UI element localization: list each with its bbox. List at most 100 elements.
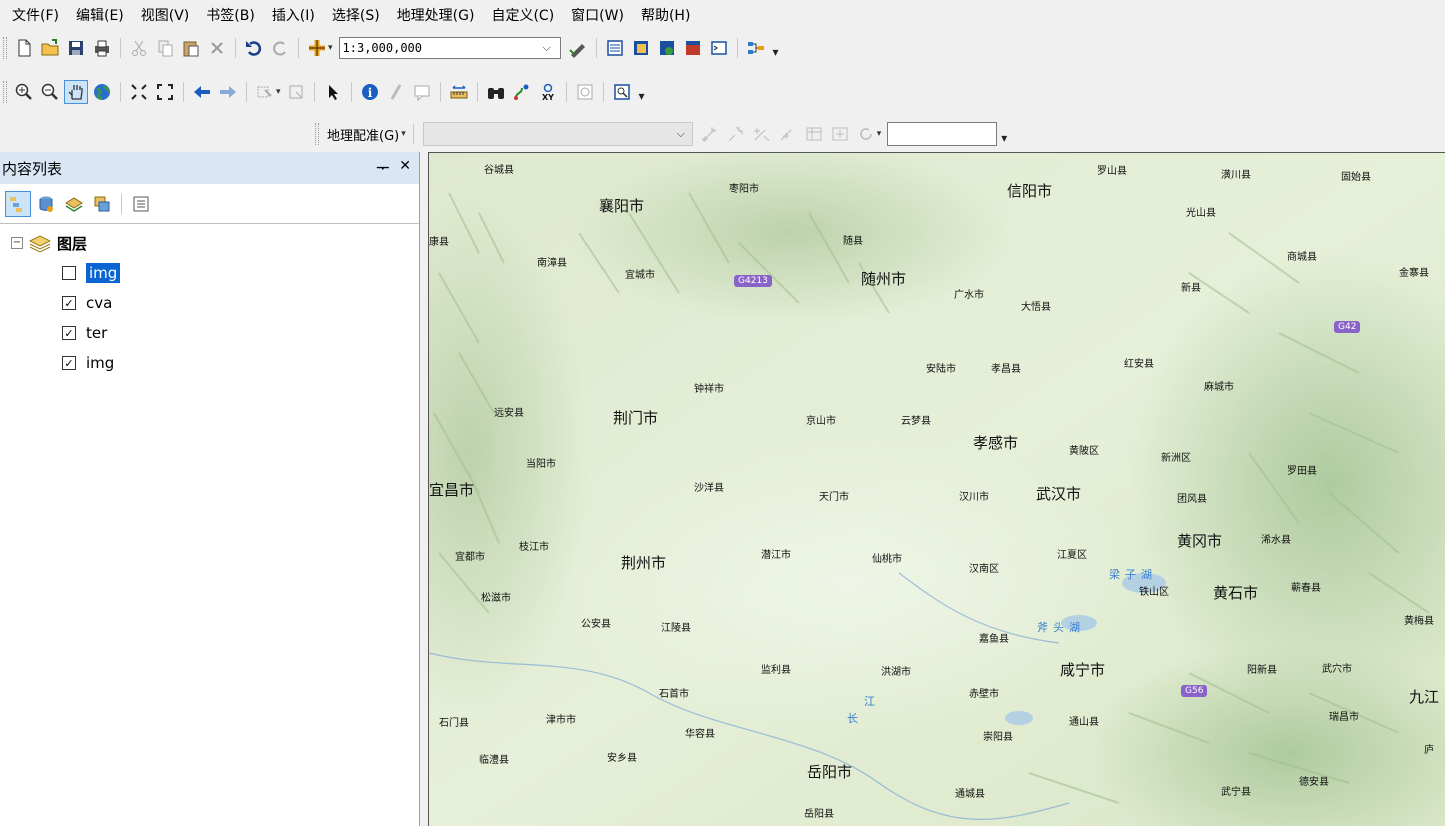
copy-icon[interactable] [153, 36, 177, 60]
map-place-label: 崇阳县 [983, 732, 1013, 743]
layer-visibility-checkbox[interactable]: ✓ [62, 296, 76, 310]
redo-icon[interactable] [268, 36, 292, 60]
menu-view[interactable]: 视图(V) [141, 5, 190, 25]
zoom-in-icon[interactable] [12, 80, 36, 104]
map-place-label: 通山县 [1069, 717, 1099, 728]
list-by-visibility-icon[interactable] [61, 191, 87, 217]
menu-selection[interactable]: 选择(S) [332, 5, 380, 25]
options-list-icon[interactable] [128, 191, 154, 217]
undo-icon[interactable] [242, 36, 266, 60]
new-document-icon[interactable] [12, 36, 36, 60]
menu-customize[interactable]: 自定义(C) [491, 5, 554, 25]
toolbar-grip[interactable] [315, 123, 319, 145]
zoom-out-icon[interactable] [38, 80, 62, 104]
open-folder-icon[interactable] [38, 36, 62, 60]
map-scale-combo[interactable]: ⌵ [338, 37, 561, 59]
svg-text:i: i [367, 86, 372, 100]
pin-icon[interactable]: ᅮ [376, 158, 389, 178]
full-extent-globe-icon[interactable] [90, 80, 114, 104]
toolbar-overflow-arrow[interactable]: ▾ [639, 89, 645, 103]
pan-hand-icon[interactable] [64, 80, 88, 104]
menu-help[interactable]: 帮助(H) [641, 5, 690, 25]
save-icon[interactable] [64, 36, 88, 60]
layer-group-row[interactable]: − 图层 [0, 228, 419, 258]
layer-row[interactable]: ✓ cva [0, 288, 419, 318]
print-icon[interactable] [90, 36, 114, 60]
refresh-icon[interactable] [854, 122, 878, 146]
add-control-points-icon[interactable] [698, 122, 722, 146]
menu-edit[interactable]: 编辑(E) [76, 5, 124, 25]
fixed-zoom-in-icon[interactable] [127, 80, 151, 104]
menu-windows[interactable]: 窗口(W) [571, 5, 624, 25]
list-by-selection-icon[interactable] [89, 191, 115, 217]
map-place-label: 宜昌市 [429, 481, 475, 499]
paste-icon[interactable] [179, 36, 203, 60]
select-pointer-icon[interactable] [321, 80, 345, 104]
catalog-icon[interactable] [629, 36, 653, 60]
editor-toolbar-icon[interactable] [566, 36, 590, 60]
layer-tree: − 图层 img ✓ cva ✓ ter ✓ img [0, 224, 419, 378]
measure-icon[interactable] [447, 80, 471, 104]
toolbar-grip[interactable] [3, 81, 7, 103]
map-view[interactable]: 谷城县 枣阳市 襄阳市 信阳市 罗山县 潢川县 固始县 光山县 康县 随县 南漳县 宜城市 随州市 商城县… [428, 152, 1445, 826]
python-icon[interactable] [707, 36, 731, 60]
find-route-icon[interactable] [510, 80, 534, 104]
rotate-icon[interactable] [776, 122, 800, 146]
georeferencing-menu[interactable]: 地理配准(G) [327, 125, 399, 144]
link-table-icon[interactable] [750, 122, 774, 146]
fixed-zoom-out-icon[interactable] [153, 80, 177, 104]
layer-name[interactable]: img [86, 354, 114, 372]
rectify-icon[interactable] [828, 122, 852, 146]
menu-bookmarks[interactable]: 书签(B) [206, 5, 255, 25]
transform-dropdown-arrow[interactable]: ▾ [877, 129, 882, 139]
menu-insert[interactable]: 插入(I) [272, 5, 315, 25]
add-data-dropdown-arrow[interactable]: ▾ [328, 43, 333, 53]
auto-register-icon[interactable] [724, 122, 748, 146]
layer-group-label: 图层 [57, 234, 88, 253]
hyperlink-icon[interactable] [384, 80, 408, 104]
clear-selection-icon[interactable] [284, 80, 308, 104]
layer-select[interactable]: ⌵ [422, 122, 693, 146]
toc-window-icon[interactable] [603, 36, 627, 60]
layer-visibility-checkbox[interactable] [62, 266, 76, 280]
goto-xy-icon[interactable]: XY [536, 80, 560, 104]
layer-row[interactable]: img [0, 258, 419, 288]
layer-name[interactable]: cva [86, 294, 112, 312]
chevron-down-icon[interactable]: ⌵ [670, 124, 692, 144]
chevron-down-icon[interactable]: ⌵ [536, 38, 558, 58]
add-data-icon[interactable] [305, 36, 329, 60]
layer-row[interactable]: ✓ ter [0, 318, 419, 348]
map-scale-input[interactable] [339, 38, 536, 58]
menu-file[interactable]: 文件(F) [12, 5, 59, 25]
georeferencing-dropdown-arrow[interactable]: ▾ [401, 129, 406, 139]
list-by-drawing-order-icon[interactable] [5, 190, 31, 217]
search-window-icon[interactable] [655, 36, 679, 60]
view-link-table-icon[interactable] [802, 122, 826, 146]
list-by-source-icon[interactable] [33, 191, 59, 217]
layer-row[interactable]: ✓ img [0, 348, 419, 378]
layer-name[interactable]: img [86, 263, 121, 283]
identify-icon[interactable]: i [358, 80, 382, 104]
find-binoculars-icon[interactable] [484, 80, 508, 104]
html-popup-icon[interactable] [410, 80, 434, 104]
time-slider-icon[interactable] [573, 80, 597, 104]
arctoolbox-icon[interactable] [681, 36, 705, 60]
layer-name[interactable]: ter [86, 324, 107, 342]
select-features-dropdown-arrow[interactable]: ▾ [276, 87, 281, 97]
forward-arrow-icon[interactable] [216, 80, 240, 104]
viewer-window-icon[interactable] [610, 80, 634, 104]
back-arrow-icon[interactable] [190, 80, 214, 104]
modelbuilder-icon[interactable] [744, 36, 768, 60]
toolbar-overflow-arrow[interactable]: ▾ [1001, 131, 1007, 145]
select-features-icon[interactable] [253, 80, 277, 104]
georef-text-input[interactable] [887, 122, 998, 146]
close-icon[interactable]: ✕ [399, 158, 411, 178]
delete-icon[interactable] [205, 36, 229, 60]
layer-visibility-checkbox[interactable]: ✓ [62, 326, 76, 340]
collapse-icon[interactable]: − [11, 237, 23, 249]
cut-icon[interactable] [127, 36, 151, 60]
toolbar-overflow-arrow[interactable]: ▾ [773, 45, 779, 59]
toolbar-grip[interactable] [3, 37, 7, 59]
layer-visibility-checkbox[interactable]: ✓ [62, 356, 76, 370]
menu-geoprocessing[interactable]: 地理处理(G) [397, 5, 475, 25]
